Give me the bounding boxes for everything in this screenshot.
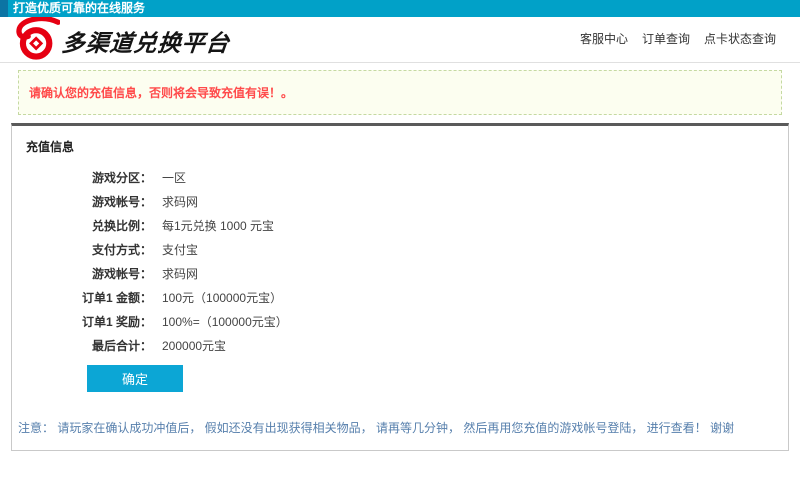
logo-icon [14,17,60,61]
row-value: 200000元宝 [162,337,226,354]
nav-link-1[interactable]: 订单查询 [642,30,690,47]
recharge-info-panel: 充值信息 游戏分区：一区游戏帐号：求码网兑换比例：每1元兑换 1000 元宝支付… [11,123,789,451]
row-label: 订单1 奖励： [12,313,152,330]
info-row: 游戏帐号： 求码网 [12,189,788,213]
row-label: 游戏分区： [12,169,152,186]
row-value: 求码网 [162,193,198,210]
info-row: 最后合计： 200000元宝 [12,333,788,357]
nav-link-0[interactable]: 客服中心 [580,30,628,47]
row-label: 游戏帐号： [12,193,152,210]
info-row: 兑换比例： 每1元兑换 1000 元宝 [12,213,788,237]
row-label: 兑换比例： [12,217,152,234]
info-row: 支付方式： 支付宝 [12,237,788,261]
row-label: 最后合计： [12,337,152,354]
row-label: 支付方式： [12,241,152,258]
row-label: 订单1 金额： [12,289,152,306]
confirm-button[interactable]: 确定 [87,365,183,392]
row-label: 游戏帐号： [12,265,152,282]
row-value: 求码网 [162,265,198,282]
row-value: 一区 [162,169,186,186]
slogan-text: 打造优质可靠的在线服务 [8,0,145,17]
row-value: 支付宝 [162,241,198,258]
info-row: 订单1 金额： 100元（100000元宝） [12,285,788,309]
site-logo[interactable]: 多渠道兑换平台 [14,17,230,61]
topbar-corner-accent [0,0,8,17]
info-row: 游戏分区： 一区 [12,165,788,189]
info-row: 游戏帐号： 求码网 [12,261,788,285]
footer-note: 注意： 请玩家在确认成功冲值后， 假如还没有出现获得相关物品， 请再等几分钟， … [12,419,788,436]
row-value: 100%=（100000元宝） [162,313,288,330]
panel-title: 充值信息 [12,126,788,163]
site-header: 多渠道兑换平台 客服中心订单查询点卡状态查询 [0,17,800,63]
nav-link-2[interactable]: 点卡状态查询 [704,30,776,47]
top-slogan-bar: 打造优质可靠的在线服务 [0,0,800,17]
logo-title: 多渠道兑换平台 [60,24,232,58]
header-nav: 客服中心订单查询点卡状态查询 [580,30,776,47]
recharge-warning-banner: 请确认您的充值信息，否则将会导致充值有误！。 [18,70,782,115]
row-value: 每1元兑换 1000 元宝 [162,217,274,234]
info-row: 订单1 奖励： 100%=（100000元宝） [12,309,788,333]
row-value: 100元（100000元宝） [162,289,282,306]
info-rows: 游戏分区：一区游戏帐号：求码网兑换比例：每1元兑换 1000 元宝支付方式：支付… [12,163,788,357]
